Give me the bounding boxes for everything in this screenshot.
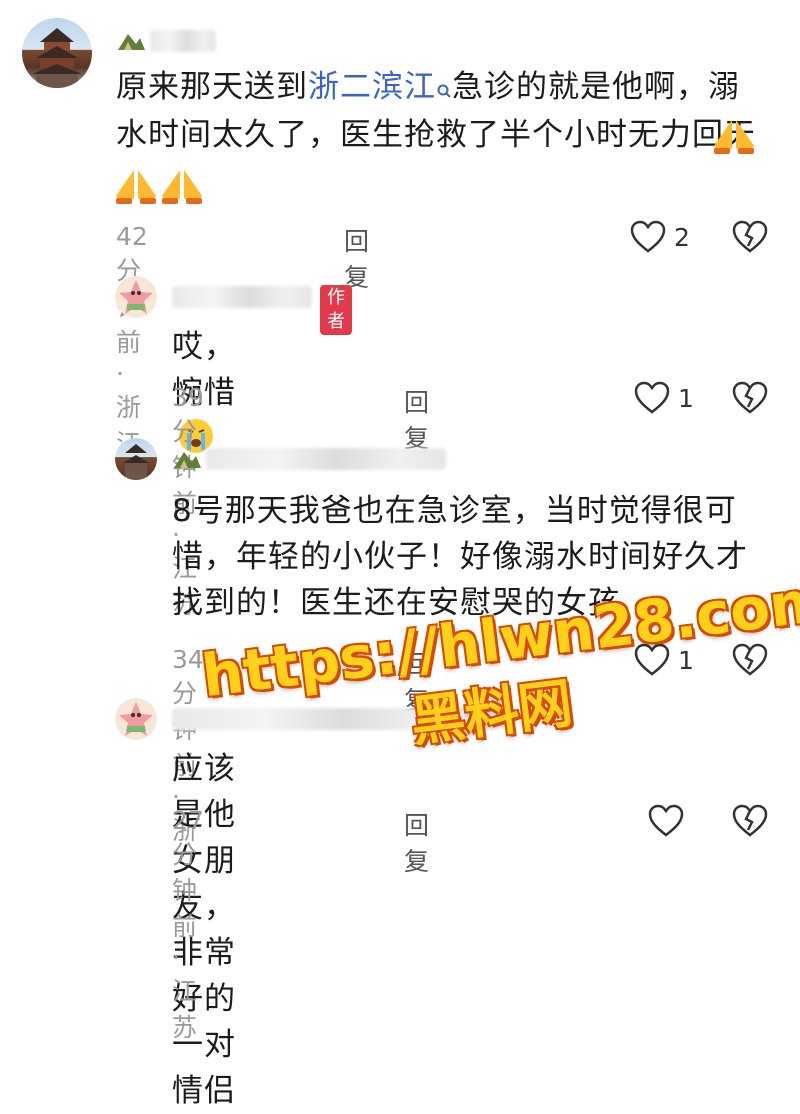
reply-button[interactable]: 回复	[404, 806, 429, 878]
heart-outline-icon	[630, 220, 666, 253]
username-blurred[interactable]	[150, 30, 216, 52]
author-badge: 作者	[320, 285, 352, 335]
pray-emoji-icon	[712, 116, 756, 160]
pray-emoji-icon	[160, 166, 204, 210]
dislike-button[interactable]	[732, 220, 768, 258]
heart-outline-icon	[648, 804, 684, 837]
avatar[interactable]	[22, 18, 92, 88]
avatar[interactable]	[115, 698, 157, 740]
like-button[interactable]: 2	[630, 220, 690, 254]
pagoda-picture	[123, 444, 149, 480]
broken-heart-icon	[732, 381, 768, 414]
avatar[interactable]	[115, 438, 157, 480]
reply-button[interactable]: 回复	[404, 383, 429, 455]
broken-heart-icon	[732, 804, 768, 837]
comment-meta: 27分钟前 · 江苏	[172, 806, 204, 1042]
like-button[interactable]: 1	[634, 381, 694, 415]
broken-heart-icon	[732, 220, 768, 253]
heart-outline-icon	[634, 381, 670, 414]
like-count: 1	[678, 383, 694, 413]
starfish-avatar-picture	[119, 702, 153, 736]
comment-meta: 42分钟前 · 浙江	[116, 222, 148, 458]
search-link[interactable]: 浙二滨江	[308, 69, 436, 105]
dislike-button[interactable]	[732, 381, 768, 419]
broken-heart-icon	[732, 643, 768, 676]
username-blurred[interactable]	[172, 286, 312, 308]
pray-emoji-icon	[114, 166, 158, 210]
avatar[interactable]	[115, 276, 157, 318]
like-count: 2	[674, 222, 690, 252]
reply-button[interactable]: 回复	[344, 222, 369, 294]
dislike-button[interactable]	[732, 643, 768, 681]
like-button[interactable]	[648, 804, 692, 838]
username-icon	[116, 30, 146, 56]
comment-text: 原来那天送到浙二滨江 急诊的就是他啊，溺水时间太久了，医生抢救了半个小时无力回天	[116, 64, 766, 158]
starfish-avatar-picture	[119, 280, 153, 314]
username-blurred[interactable]	[206, 448, 446, 470]
search-icon[interactable]	[436, 66, 452, 112]
pagoda-picture	[32, 28, 82, 88]
dislike-button[interactable]	[732, 804, 768, 842]
username-icon	[172, 448, 202, 474]
